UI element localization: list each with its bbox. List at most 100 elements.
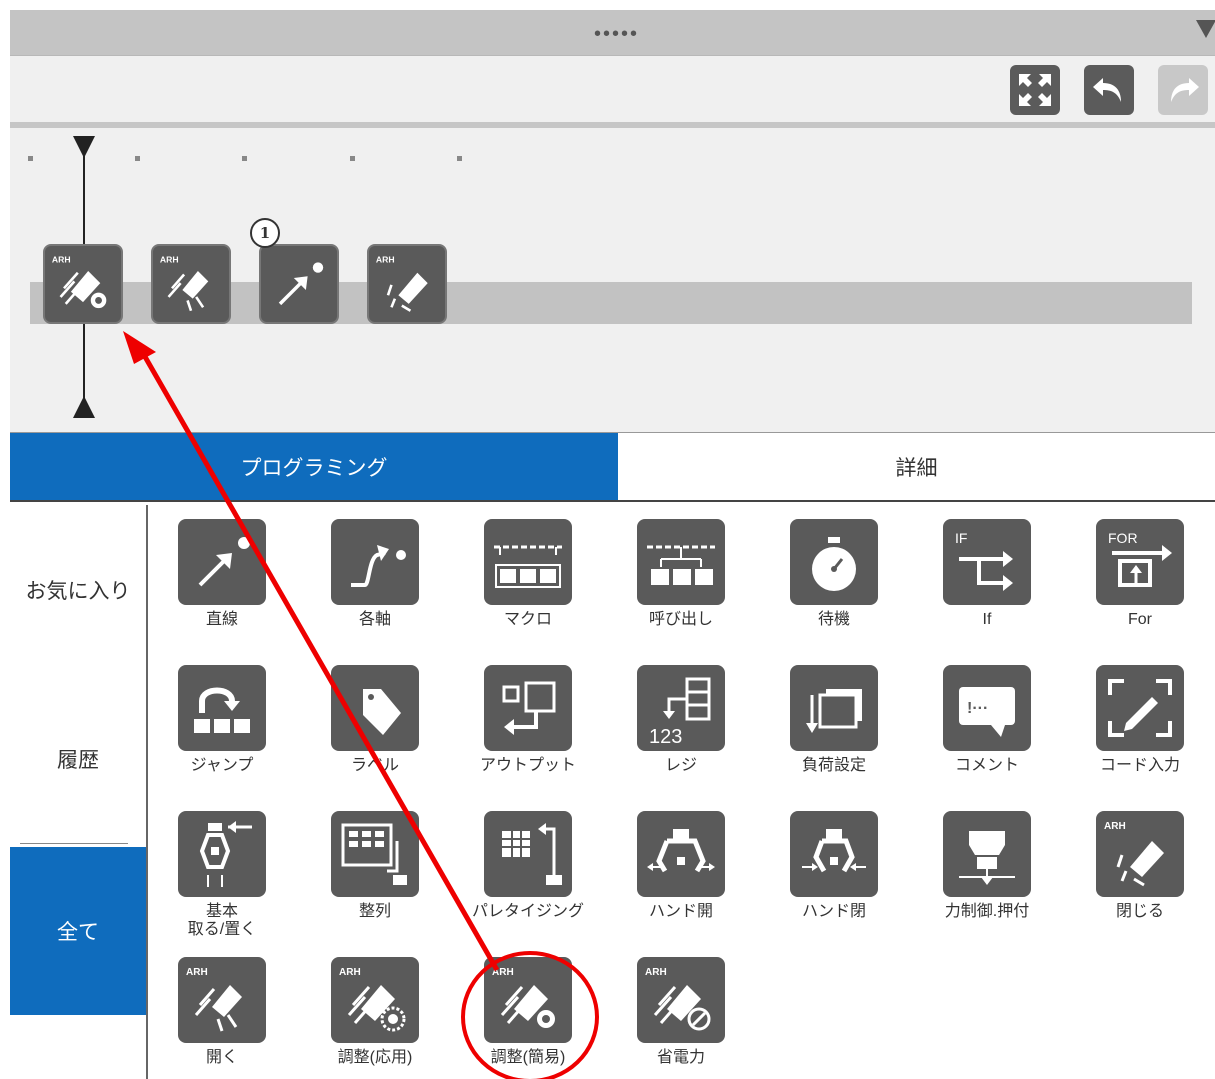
svg-text:ARH: ARH bbox=[160, 254, 179, 264]
command-code-input[interactable]: コード入力 bbox=[1068, 651, 1198, 791]
sidebar-item-all[interactable]: 全て bbox=[10, 847, 146, 1015]
svg-text:!···: !··· bbox=[967, 700, 988, 717]
command-hand-close[interactable]: ハンド閉 bbox=[762, 797, 892, 937]
command-label: 基本 取る/置く bbox=[187, 903, 257, 938]
timeline-tick bbox=[457, 156, 462, 161]
command-label-cmd[interactable]: ラベル bbox=[303, 651, 433, 791]
command-label: ジャンプ bbox=[190, 757, 254, 774]
svg-text:ARH: ARH bbox=[492, 967, 514, 978]
command-label: 整列 bbox=[358, 903, 391, 920]
svg-text:ARH: ARH bbox=[376, 254, 395, 264]
command-label: 直線 bbox=[205, 611, 238, 628]
fullscreen-icon bbox=[1019, 74, 1051, 106]
hand-close-icon bbox=[802, 829, 866, 873]
arh-open-icon: ARH bbox=[160, 254, 209, 312]
redo-icon bbox=[1171, 78, 1199, 102]
command-label: 開く bbox=[205, 1049, 238, 1066]
command-joint[interactable]: 各軸 bbox=[303, 505, 433, 645]
command-linear[interactable]: 直線 bbox=[150, 505, 280, 645]
command-macro[interactable]: マクロ bbox=[456, 505, 586, 645]
category-sidebar: お気に入り 履歴 全て bbox=[10, 505, 148, 1079]
command-label: 調整(簡易) bbox=[490, 1049, 566, 1066]
arh-power-save-icon: ARH bbox=[645, 967, 711, 1031]
command-label: 待機 bbox=[817, 611, 850, 628]
align-icon bbox=[341, 823, 407, 885]
redo-button[interactable] bbox=[1158, 65, 1208, 115]
command-wait[interactable]: 待機 bbox=[762, 505, 892, 645]
code-input-icon bbox=[1108, 679, 1172, 737]
command-comment[interactable]: !··· コメント bbox=[915, 651, 1045, 791]
tab-programming[interactable]: プログラミング bbox=[10, 433, 618, 500]
command-align[interactable]: 整列 bbox=[303, 797, 433, 937]
arh-close-icon: ARH bbox=[376, 254, 428, 312]
command-palette: 直線 各軸 マクロ 呼び出し 待機 IF If FOR For ジャンプ ラベル… bbox=[150, 505, 1215, 1079]
linear-move-icon bbox=[198, 537, 250, 587]
payload-icon bbox=[806, 689, 862, 733]
command-arh-adjust-advanced[interactable]: ARH 調整(応用) bbox=[303, 943, 433, 1079]
command-arh-adjust-simple[interactable]: ARH 調整(簡易) bbox=[456, 943, 586, 1079]
for-icon: FOR bbox=[1108, 530, 1172, 587]
cursor-bottom-handle[interactable] bbox=[73, 396, 95, 418]
timeline-tick bbox=[135, 156, 140, 161]
command-register[interactable]: 123 レジ bbox=[609, 651, 739, 791]
command-label: 省電力 bbox=[656, 1049, 705, 1066]
label-tag-icon bbox=[363, 689, 401, 735]
call-icon bbox=[647, 545, 715, 585]
command-arh-close[interactable]: ARH 閉じる bbox=[1068, 797, 1198, 937]
stopwatch-icon bbox=[812, 537, 856, 591]
command-output[interactable]: アウトプット bbox=[456, 651, 586, 791]
program-timeline[interactable]: ARH ARH ARH 1 bbox=[10, 128, 1215, 432]
command-label: 負荷設定 bbox=[801, 757, 866, 774]
joint-move-icon bbox=[351, 545, 406, 587]
timeline-command-linear[interactable] bbox=[259, 244, 339, 324]
command-label: ラベル bbox=[350, 757, 399, 774]
command-for[interactable]: FOR For bbox=[1068, 505, 1198, 645]
command-label: パレタイジング bbox=[471, 903, 584, 920]
arh-adjust-simple-icon: ARH bbox=[492, 967, 555, 1028]
command-label: アウトプット bbox=[479, 757, 576, 774]
force-push-icon bbox=[959, 831, 1015, 885]
timeline-tick bbox=[242, 156, 247, 161]
drag-handle-dots[interactable]: ••••• bbox=[594, 23, 639, 46]
timeline-command-arh-close[interactable]: ARH bbox=[367, 244, 447, 324]
command-pick-place[interactable]: 基本 取る/置く bbox=[150, 797, 280, 938]
cursor-top-handle[interactable] bbox=[73, 136, 95, 158]
command-hand-open[interactable]: ハンド開 bbox=[609, 797, 739, 937]
command-label: コード入力 bbox=[1099, 757, 1180, 774]
command-arh-power-save[interactable]: ARH 省電力 bbox=[609, 943, 739, 1079]
command-payload[interactable]: 負荷設定 bbox=[762, 651, 892, 791]
undo-button[interactable] bbox=[1084, 65, 1134, 115]
pick-place-icon bbox=[199, 821, 252, 887]
register-icon: 123 bbox=[649, 677, 711, 748]
comment-icon: !··· bbox=[959, 687, 1015, 737]
timeline-tick bbox=[28, 156, 33, 161]
command-if[interactable]: IF If bbox=[915, 505, 1045, 645]
output-icon bbox=[502, 681, 556, 735]
command-label: ハンド開 bbox=[648, 903, 713, 920]
command-label: コメント bbox=[954, 757, 1019, 774]
sidebar-item-favorites[interactable]: お気に入り bbox=[10, 505, 146, 675]
command-palletizing[interactable]: パレタイジング bbox=[456, 797, 586, 937]
command-call[interactable]: 呼び出し bbox=[609, 505, 739, 645]
svg-text:ARH: ARH bbox=[645, 967, 667, 978]
sidebar-item-history[interactable]: 履歴 bbox=[10, 675, 146, 843]
command-label: 閉じる bbox=[1115, 903, 1164, 920]
command-force-push[interactable]: 力制御.押付 bbox=[915, 797, 1045, 937]
command-label: 調整(応用) bbox=[337, 1049, 413, 1066]
command-label: 呼び出し bbox=[648, 611, 713, 628]
svg-text:FOR: FOR bbox=[1108, 530, 1138, 546]
command-arh-open[interactable]: ARH 開く bbox=[150, 943, 280, 1079]
tab-details[interactable]: 詳細 bbox=[618, 433, 1215, 500]
tab-bar: プログラミング 詳細 bbox=[10, 432, 1215, 502]
command-label: For bbox=[1128, 611, 1152, 628]
collapse-arrow-icon[interactable] bbox=[1196, 20, 1215, 38]
timeline-command-arh-open[interactable]: ARH bbox=[151, 244, 231, 324]
svg-text:123: 123 bbox=[649, 726, 682, 748]
svg-text:ARH: ARH bbox=[339, 967, 361, 978]
fullscreen-button[interactable] bbox=[1010, 65, 1060, 115]
timeline-command-arh-adjust-simple[interactable]: ARH bbox=[43, 244, 123, 324]
sidebar-divider bbox=[20, 843, 128, 844]
if-icon: IF bbox=[955, 530, 1013, 591]
command-jump[interactable]: ジャンプ bbox=[150, 651, 280, 791]
panel-drag-bar[interactable]: ••••• bbox=[10, 10, 1215, 56]
